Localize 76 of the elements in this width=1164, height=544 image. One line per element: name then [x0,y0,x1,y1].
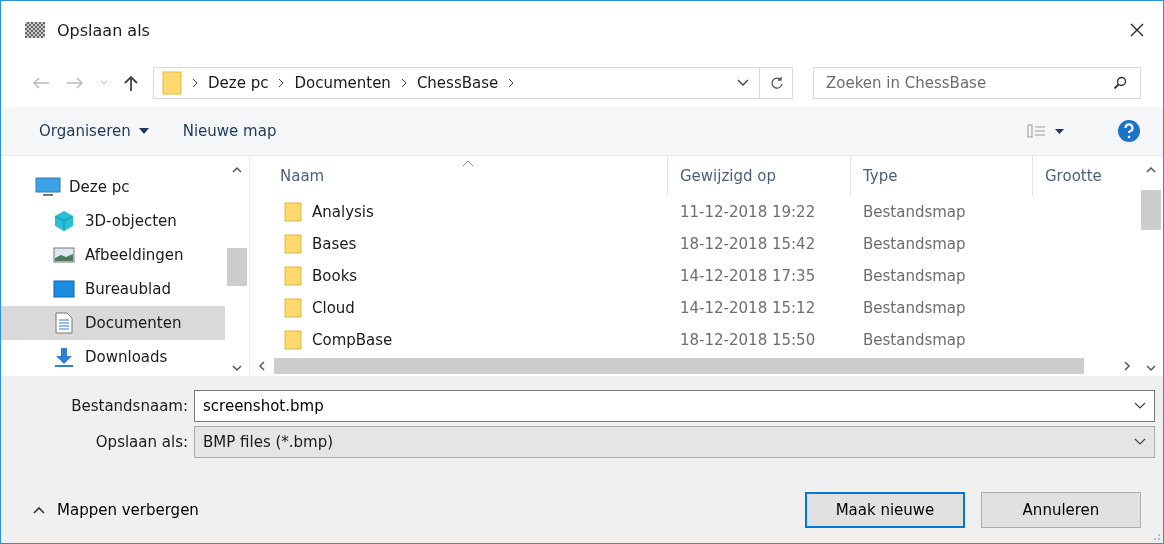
folder-icon [284,266,302,286]
new-folder-button[interactable]: Nieuwe map [170,116,289,146]
chevron-down-icon[interactable] [737,79,749,87]
file-name[interactable]: CompBase [312,331,393,349]
chevron-right-icon [278,78,285,88]
window-title: Opslaan als [57,20,150,40]
refresh-icon[interactable] [770,76,784,90]
chevron-right-icon [400,78,407,88]
chevron-right-icon [192,78,198,88]
scroll-right-icon[interactable] [1123,361,1131,371]
table-cell-text: Bestandsmap [862,203,967,221]
column-header[interactable]: Type [851,156,1033,196]
dropdown-arrow-icon [138,128,149,134]
up-arrow-icon[interactable] [123,74,139,92]
column-header[interactable]: Grootte [1033,156,1139,196]
app-icon [25,22,45,38]
file-name[interactable]: Bases [312,235,357,253]
chevron-down-icon[interactable] [1134,402,1146,410]
table-cell-text: 14-12-2018 17:35 [679,267,817,285]
scrollbar-thumb[interactable] [274,358,1084,374]
scroll-left-icon[interactable] [258,361,266,371]
sidebar-item[interactable]: Deze pc [1,170,225,204]
address-bar[interactable]: Deze pc Documenten ChessBase [153,67,793,99]
scroll-down-icon[interactable] [1146,364,1156,372]
sidebar-item[interactable]: Documenten [1,306,225,340]
folder-icon [284,234,302,254]
table-cell-text: 11-12-2018 19:22 [679,203,817,221]
folder-icon [284,202,302,222]
chevron-up-icon [33,506,45,514]
table-cell-text: 14-12-2018 15:12 [679,299,817,317]
search-icon [1113,76,1127,90]
organize-menu-button[interactable]: Organiseren [27,116,161,146]
scroll-down-icon[interactable] [232,364,242,372]
table-cell-text: 18-12-2018 15:42 [679,235,817,253]
file-type-dropdown[interactable]: BMP files (*.bmp) [194,426,1155,458]
sidebar-item[interactable]: Afbeeldingen [1,238,225,272]
sidebar-item[interactable]: Downloads [1,340,225,374]
chevron-right-icon[interactable] [508,78,515,88]
view-options-icon[interactable] [1027,124,1067,138]
folder-icon [162,71,182,95]
file-name[interactable]: Analysis [312,203,374,221]
column-header[interactable]: Gewijzigd op [668,156,851,196]
sidebar-item[interactable]: Bureaublad [1,272,225,306]
sidebar-item[interactable]: 3D-objecten [1,204,225,238]
chevron-down-icon[interactable] [1134,438,1146,446]
column-header[interactable]: Naam [250,156,668,196]
breadcrumb-item[interactable]: Deze pc [208,74,269,92]
table-cell-text: Bestandsmap [862,267,967,285]
save-button[interactable]: Maak nieuwe [805,492,965,528]
file-name[interactable]: Cloud [312,299,355,317]
field-label: Opslaan als: [94,433,189,451]
field-label: Bestandsnaam: [70,397,189,415]
breadcrumb-item[interactable]: Documenten [294,74,391,92]
scroll-up-icon[interactable] [232,166,242,174]
table-cell-text: Bestandsmap [862,235,967,253]
monitor-icon [35,177,61,197]
search-field[interactable]: Zoeken in ChessBase [813,67,1141,99]
desktop-icon [51,280,77,298]
table-cell-text: 18-12-2018 15:50 [679,331,817,349]
file-name[interactable]: Books [312,267,358,285]
folder-icon [284,298,302,318]
scrollbar-thumb[interactable] [1141,190,1161,230]
filename-field[interactable]: screenshot.bmp [194,390,1155,422]
hide-folders-button[interactable]: Mappen verbergen [29,497,203,523]
close-icon[interactable] [1129,22,1145,38]
table-cell-text: Bestandsmap [862,299,967,317]
cancel-button[interactable]: Annuleren [981,492,1141,528]
resize-grip-icon[interactable] [1153,533,1161,541]
scrollbar-thumb[interactable] [227,248,247,286]
breadcrumb-item[interactable]: ChessBase [416,74,499,92]
table-cell-text: Bestandsmap [862,331,967,349]
sort-ascending-icon [462,160,474,167]
folder-icon [284,330,302,350]
help-icon[interactable] [1117,119,1141,143]
scroll-up-icon[interactable] [1146,166,1156,174]
picture-icon [51,247,77,263]
